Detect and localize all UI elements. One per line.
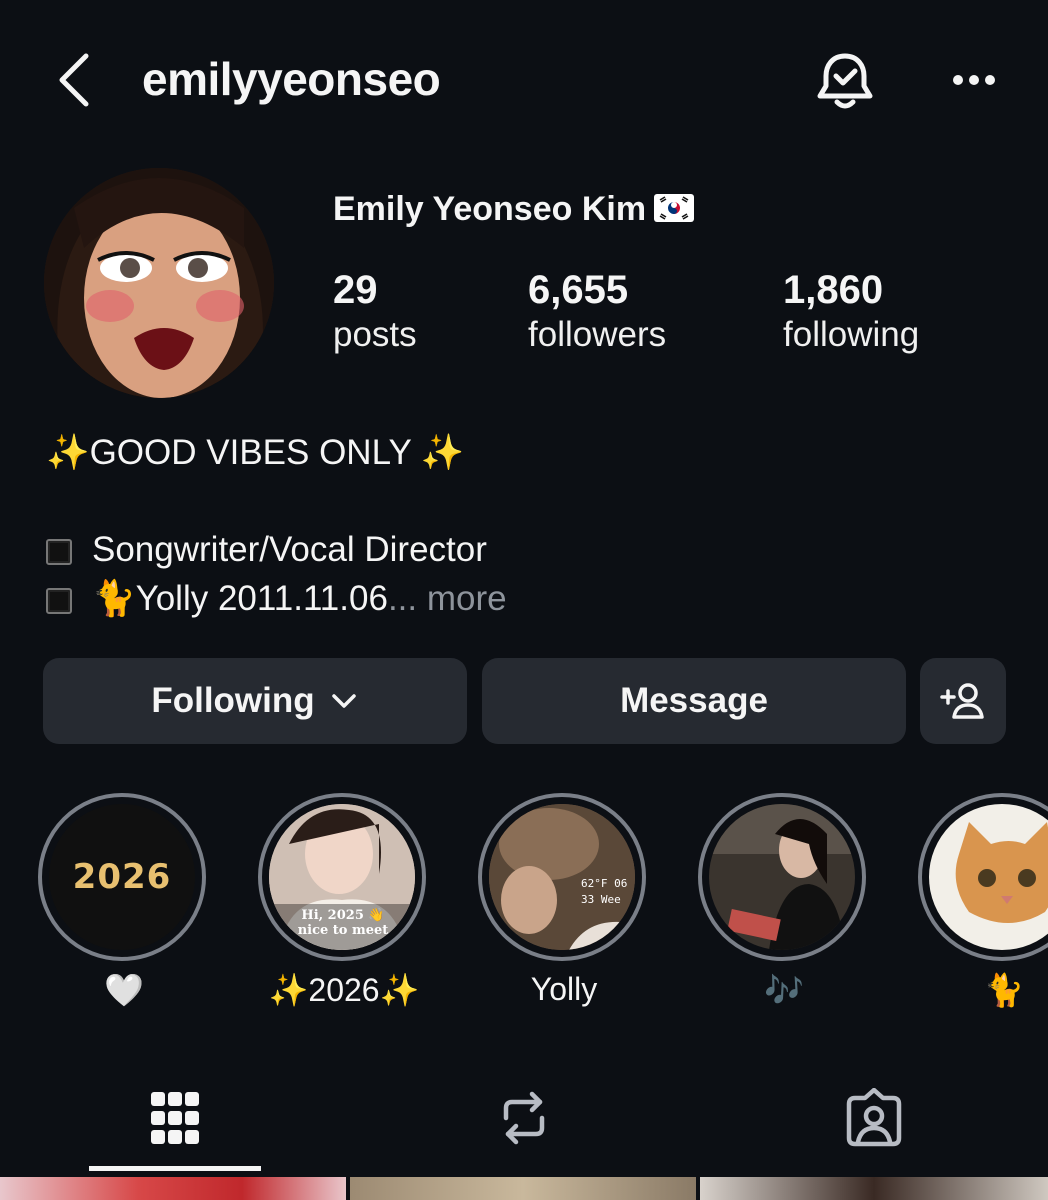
- highlight-ring: 62°F 06 33 Wee: [478, 793, 646, 961]
- highlight-2026[interactable]: Hi, 2025 👋 nice to meet ✨2026✨: [258, 793, 430, 1009]
- bio-line-songwriter: Songwriter/Vocal Director: [46, 530, 487, 570]
- following-count: 1,860: [783, 268, 884, 312]
- highlight-cover: [709, 804, 855, 950]
- highlight-label: ✨2026✨: [268, 972, 420, 1008]
- highlight-cover-text: 62°F 06 33 Wee: [581, 877, 628, 906]
- highlight-ring: [918, 793, 1048, 961]
- black-square-icon: [46, 587, 72, 614]
- following-label: following: [783, 315, 920, 354]
- bio-ellipsis: ...: [387, 579, 418, 618]
- posts-count: 29: [333, 268, 378, 312]
- highlight-music[interactable]: 🎶: [698, 793, 870, 1009]
- south-korea-flag-icon: [654, 194, 695, 222]
- highlight-label: 🎶: [764, 972, 804, 1008]
- more-horizontal-icon: [953, 75, 995, 85]
- message-button-label: Message: [620, 681, 768, 720]
- highlight-photo: [929, 804, 1048, 950]
- highlight-ring: [698, 793, 866, 961]
- chevron-left-icon: [59, 53, 89, 107]
- followers-stat[interactable]: 6,655 followers: [528, 268, 666, 358]
- posts-stat[interactable]: 29 posts: [333, 268, 417, 358]
- bio-line-yolly-text: 🐈Yolly 2011.11.06: [92, 579, 388, 618]
- grid-icon: [151, 1092, 199, 1144]
- highlight-photo: [709, 804, 855, 950]
- highlight-label: 🤍: [104, 972, 144, 1008]
- post-thumbnail[interactable]: [700, 1177, 1048, 1200]
- bell-check-icon: [817, 53, 873, 109]
- followers-label: followers: [528, 315, 667, 354]
- add-person-icon: [940, 683, 984, 719]
- following-button[interactable]: Following: [43, 658, 467, 744]
- highlight-cover: Hi, 2025 👋 nice to meet: [269, 804, 415, 950]
- following-button-label: Following: [151, 681, 315, 720]
- black-square-icon: [46, 538, 72, 565]
- highlight-cover: [929, 804, 1048, 950]
- reposts-icon: [503, 1091, 545, 1145]
- tab-reposts[interactable]: [484, 1080, 564, 1156]
- post-thumbnail[interactable]: [350, 1177, 696, 1200]
- more-options-button[interactable]: [948, 62, 1000, 98]
- followers-count: 6,655: [528, 268, 629, 312]
- chevron-down-icon: [331, 694, 356, 708]
- highlight-cover-text: Hi, 2025 👋 nice to meet: [297, 908, 389, 938]
- highlight-cover: 2026: [49, 804, 195, 950]
- full-name-text: Emily Yeonseo Kim: [333, 190, 647, 228]
- highlight-yolly[interactable]: 62°F 06 33 Wee Yolly: [478, 793, 650, 1008]
- bio-more-link[interactable]: more: [427, 579, 507, 618]
- tab-posts-grid[interactable]: [135, 1080, 215, 1156]
- highlight-cover: 62°F 06 33 Wee: [489, 804, 635, 950]
- avatar-image: [44, 168, 274, 398]
- highlight-cover-text: 2026: [72, 857, 172, 897]
- highlight-heart[interactable]: 2026 🤍: [38, 793, 210, 1009]
- tab-tagged[interactable]: [834, 1080, 914, 1156]
- username-title: emilyyeonseo: [142, 53, 441, 105]
- post-thumbnail[interactable]: [0, 1177, 346, 1200]
- back-button[interactable]: [52, 50, 102, 110]
- suggested-people-button[interactable]: [920, 658, 1006, 744]
- full-name: Emily Yeonseo Kim: [333, 190, 695, 229]
- bio-line-1: ✨GOOD VIBES ONLY ✨: [46, 433, 465, 472]
- message-button[interactable]: Message: [482, 658, 906, 744]
- highlight-label: Yolly: [530, 971, 598, 1007]
- highlight-ring: 2026: [38, 793, 206, 961]
- profile-avatar[interactable]: [44, 168, 274, 398]
- bio-line-songwriter-text: Songwriter/Vocal Director: [92, 530, 487, 569]
- posts-label: posts: [333, 315, 417, 354]
- highlight-label: 🐈: [984, 972, 1024, 1008]
- following-stat[interactable]: 1,860 following: [783, 268, 919, 358]
- active-tab-indicator: [89, 1166, 261, 1171]
- highlight-ring: Hi, 2025 👋 nice to meet: [258, 793, 426, 961]
- tagged-icon: [846, 1088, 902, 1147]
- bio-line-yolly: 🐈Yolly 2011.11.06... more: [46, 578, 507, 619]
- notifications-button[interactable]: [812, 48, 878, 114]
- highlight-cat[interactable]: 🐈: [918, 793, 1048, 1009]
